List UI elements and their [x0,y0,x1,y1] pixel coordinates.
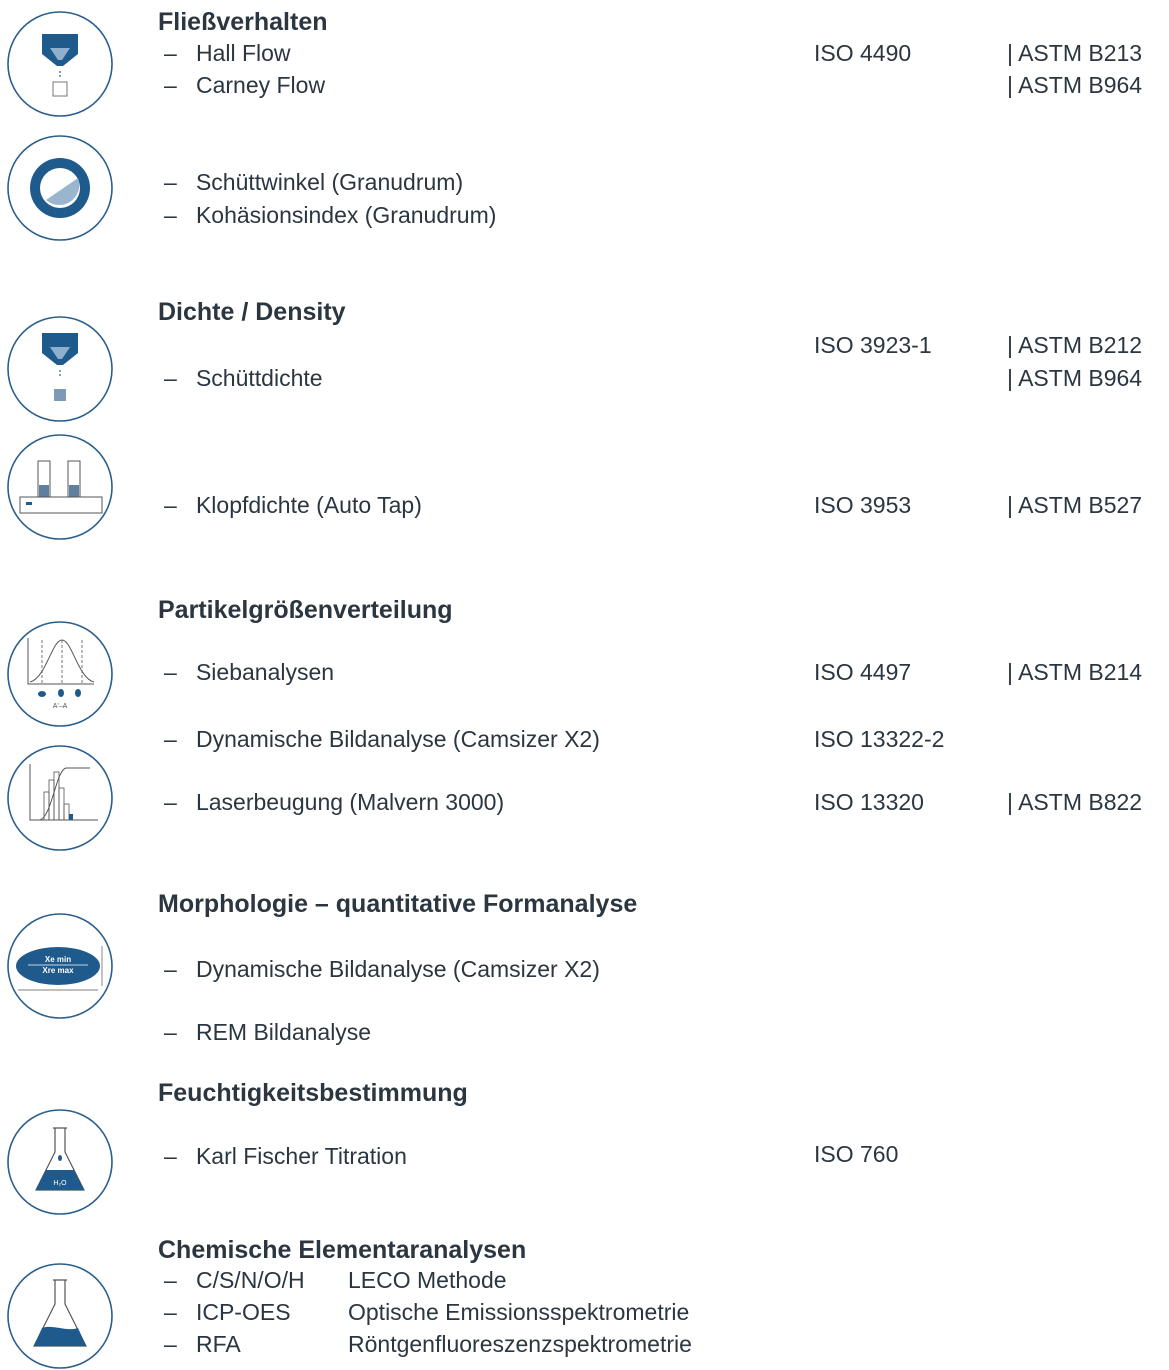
item-label: Klopfdichte (Auto Tap) [195,492,422,518]
dash: – [164,1267,177,1293]
iso-standard: ISO 13322-2 [814,726,945,752]
method-description: Optische Emissionsspektrometrie [348,1299,690,1325]
dash: – [164,40,177,66]
iso-standard: ISO 13320 [814,789,924,815]
dash: – [164,956,177,982]
item-label: Karl Fischer Titration [195,1143,407,1169]
svg-text:H₂O: H₂O [53,1180,67,1187]
dash: – [164,365,177,391]
method-description: Röntgenfluoreszenzspektrometrie [348,1331,692,1357]
item-label: Carney Flow [195,72,326,98]
dash: – [164,726,177,752]
list-item: – REM Bildanalyse [164,1021,371,1044]
item-label: REM Bildanalyse [195,1019,372,1045]
iso-standard: ISO 3953 [814,492,912,518]
section-title-density: Dichte / Density [158,298,346,326]
svg-text:Xre max: Xre max [42,966,74,975]
list-item: – ICP-OES [164,1301,291,1324]
dash: – [164,1299,177,1325]
histogram-icon [6,744,114,852]
list-item: – Carney Flow [164,74,325,97]
svg-text:A'–A: A'–A [53,703,68,710]
list-item: – C/S/N/O/H [164,1269,305,1292]
astm-standard: | ASTM B822 [1007,789,1143,815]
astm-standard: | ASTM B964 [1007,72,1143,98]
shape-ellipse-icon: Xe min Xre max [6,912,114,1020]
item-label: Dynamische Bildanalyse (Camsizer X2) [195,726,600,752]
dash: – [164,789,177,815]
section-title-moisture: Feuchtigkeitsbestimmung [158,1079,468,1107]
list-item: – Schüttdichte [164,367,323,390]
dash: – [164,1019,177,1045]
item-label: Dynamische Bildanalyse (Camsizer X2) [195,956,600,982]
svg-text:Xe min: Xe min [45,955,71,964]
dash: – [164,1143,177,1169]
list-item: – Siebanalysen [164,661,334,684]
list-item: – Dynamische Bildanalyse (Camsizer X2) [164,958,600,981]
item-label: Hall Flow [195,40,291,66]
section-title-morphology: Morphologie – quantitative Formanalyse [158,890,638,918]
method-description: LECO Methode [348,1267,507,1293]
item-label: Schüttwinkel (Granudrum) [195,169,464,195]
list-item: – Schüttwinkel (Granudrum) [164,171,463,194]
list-item: – Hall Flow [164,42,291,65]
iso-standard: ISO 3923-1 [814,332,932,358]
list-item: – Dynamische Bildanalyse (Camsizer X2) [164,728,600,751]
astm-standard: | ASTM B213 [1007,40,1143,66]
dash: – [164,202,177,228]
item-label: Kohäsionsindex (Granudrum) [195,202,497,228]
list-item: – Klopfdichte (Auto Tap) [164,494,422,517]
iso-standard: ISO 760 [814,1141,899,1167]
granudrum-drum-icon [6,134,114,242]
section-title-flow: Fließverhalten [158,8,328,36]
distribution-curve-icon: A'–A [6,620,114,728]
dash: – [164,659,177,685]
astm-standard: | ASTM B527 [1007,492,1143,518]
item-label: Siebanalysen [195,659,335,685]
list-item: – RFA [164,1333,241,1356]
method-code: C/S/N/O/H [195,1267,305,1293]
dash: – [164,72,177,98]
chemical-flask-icon [6,1262,114,1370]
section-title-psd: Partikelgrößenverteilung [158,596,453,624]
astm-standard: | ASTM B214 [1007,659,1143,685]
list-item: – Karl Fischer Titration [164,1145,407,1168]
dash: – [164,492,177,518]
list-item: – Laserbeugung (Malvern 3000) [164,791,504,814]
item-label: Laserbeugung (Malvern 3000) [195,789,505,815]
karl-fischer-flask-icon: H₂O [6,1108,114,1216]
tap-density-cylinders-icon [6,433,114,541]
method-code: ICP-OES [195,1299,291,1325]
method-code: RFA [195,1331,241,1357]
hall-flow-funnel-icon [6,10,114,118]
astm-standard: | ASTM B212 [1007,332,1143,358]
dash: – [164,169,177,195]
iso-standard: ISO 4497 [814,659,912,685]
item-label: Schüttdichte [195,365,323,391]
section-title-chemistry: Chemische Elementaranalysen [158,1236,527,1264]
astm-standard: | ASTM B964 [1007,365,1143,391]
iso-standard: ISO 4490 [814,40,912,66]
list-item: – Kohäsionsindex (Granudrum) [164,204,496,227]
dash: – [164,1331,177,1357]
bulk-density-funnel-icon [6,315,114,423]
